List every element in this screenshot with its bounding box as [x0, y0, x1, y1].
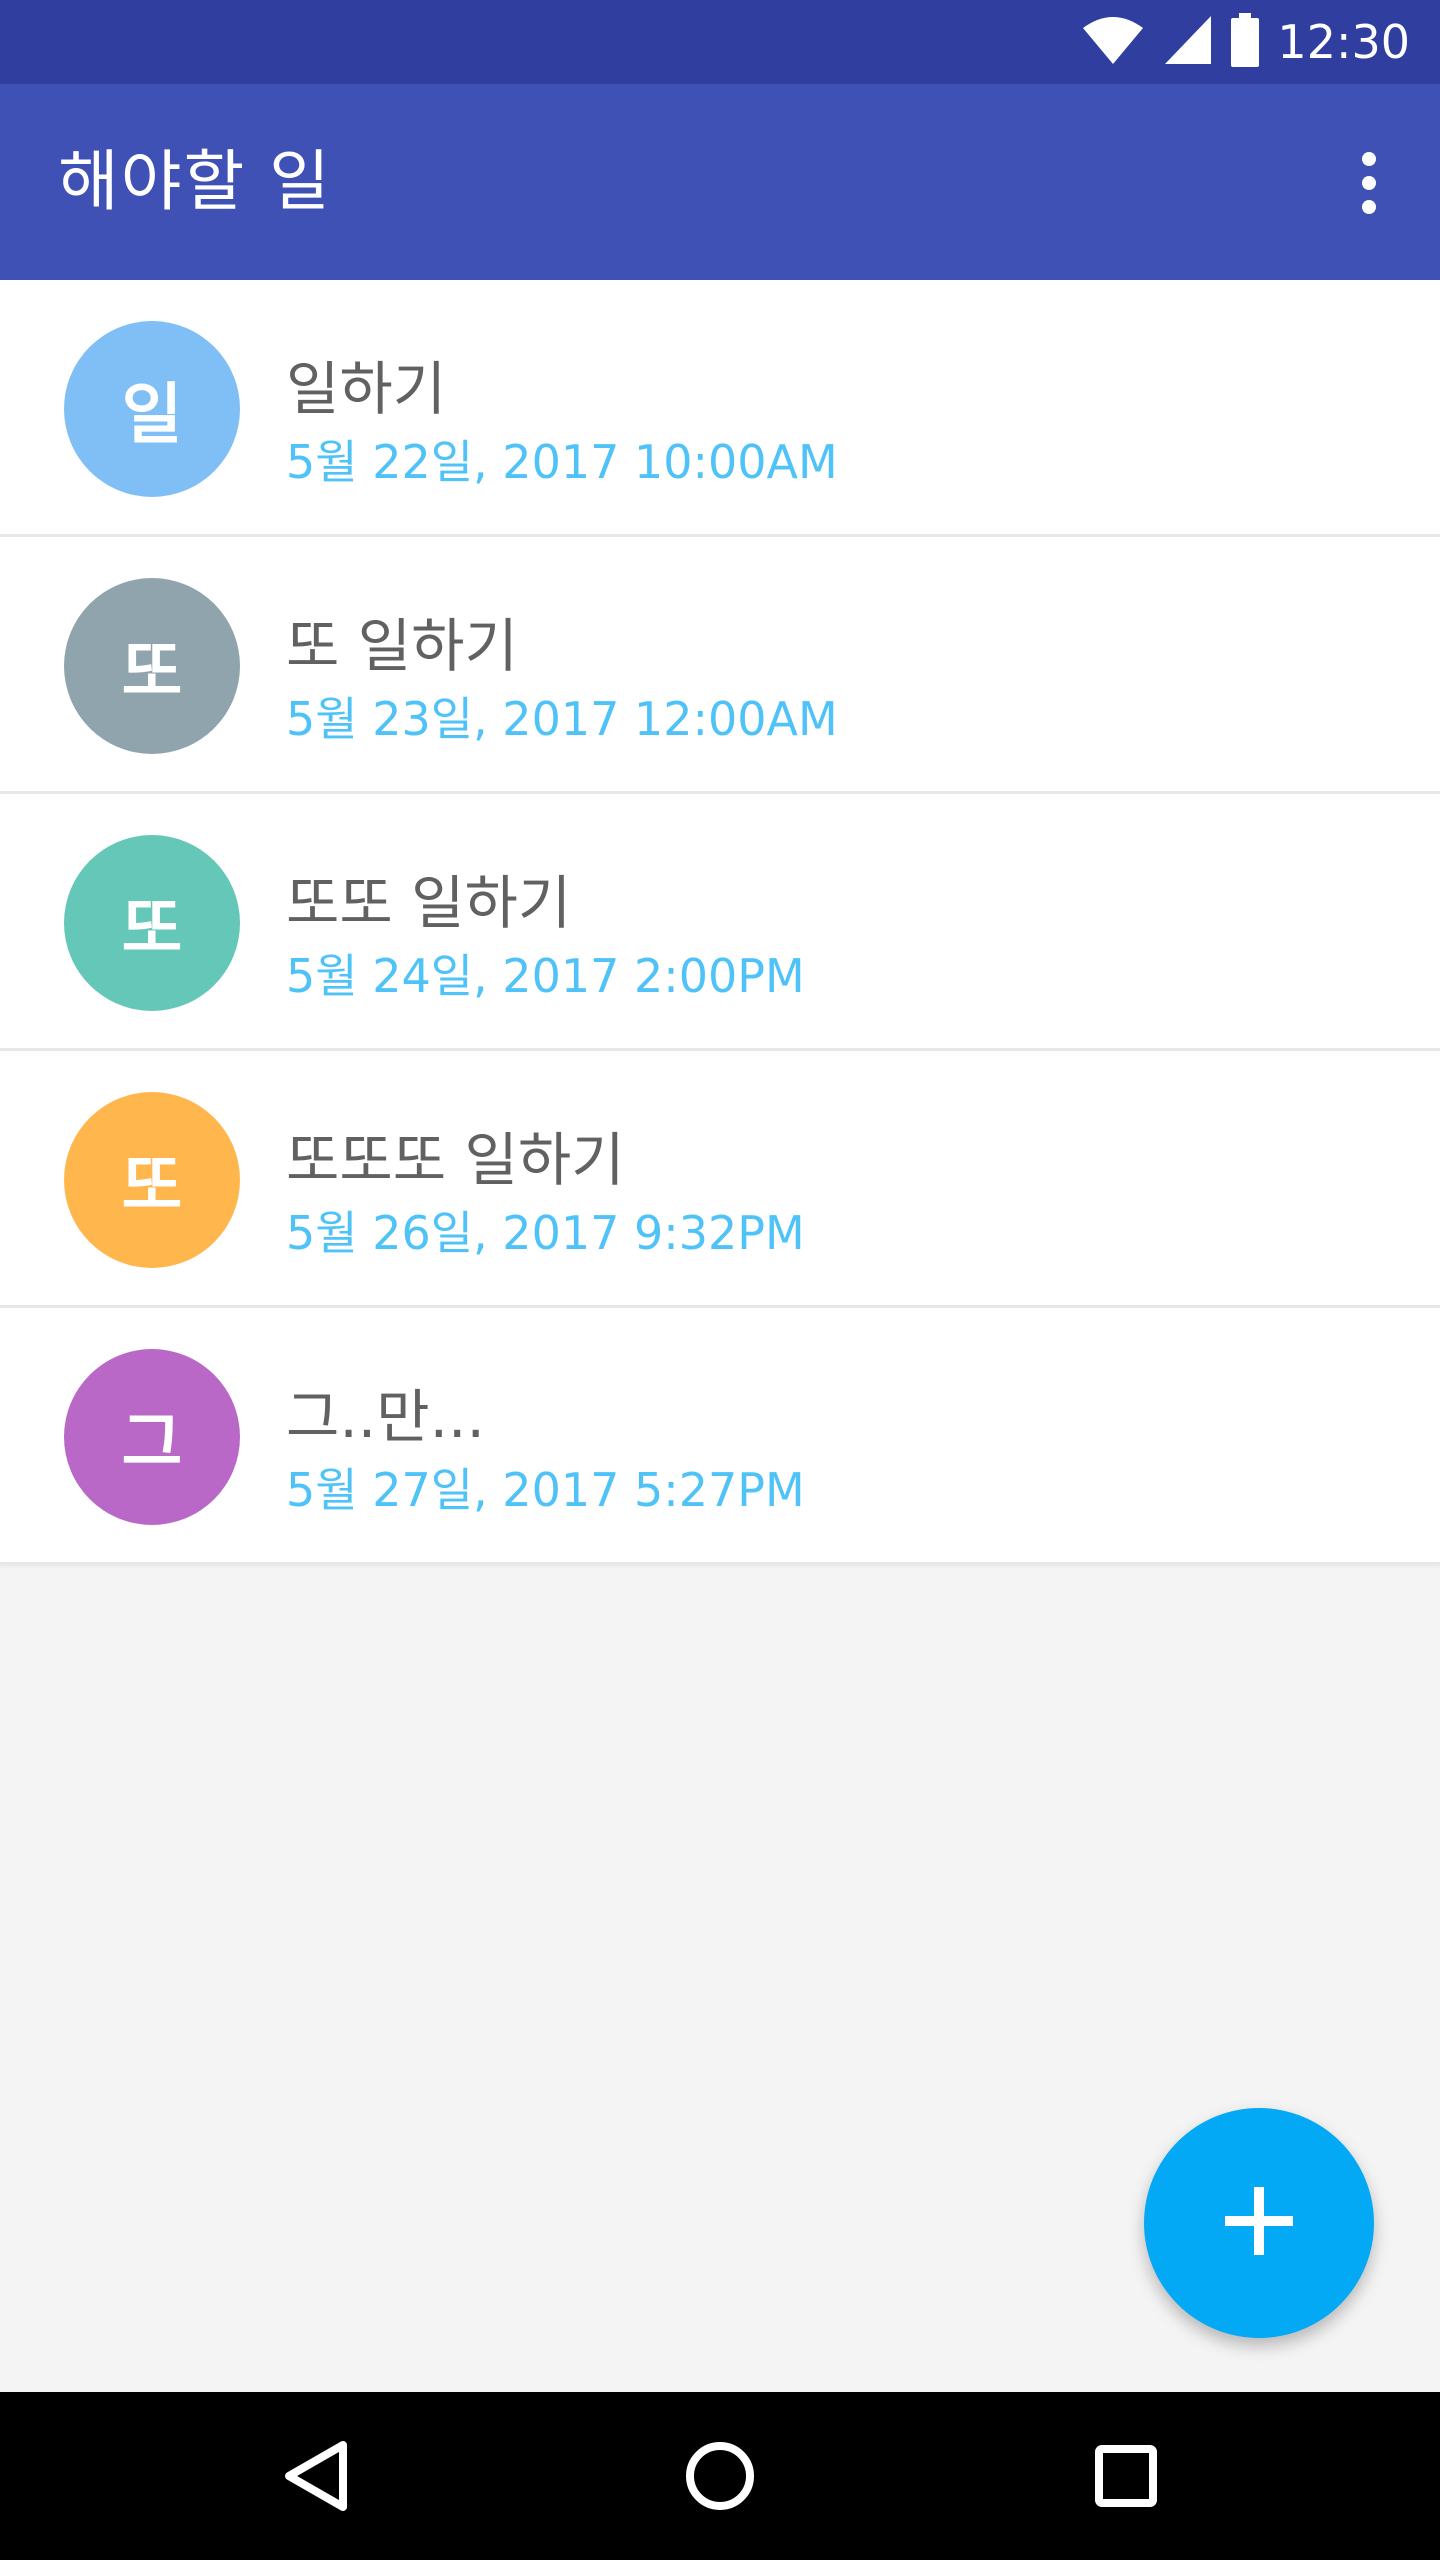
todo-date: 5월 26일, 2017 9:32PM [286, 1206, 805, 1260]
todo-date: 5월 23일, 2017 12:00AM [286, 692, 838, 746]
battery-icon [1231, 13, 1260, 71]
menu-dot [1362, 200, 1376, 214]
add-button[interactable] [1144, 2108, 1374, 2338]
list-item[interactable]: 그 그..만... 5월 27일, 2017 5:27PM [0, 1308, 1440, 1565]
list-item[interactable]: 또 또 일하기 5월 23일, 2017 12:00AM [0, 537, 1440, 794]
navigation-bar [0, 2392, 1440, 2560]
avatar: 그 [64, 1349, 240, 1525]
list-item[interactable]: 또 또또또 일하기 5월 26일, 2017 9:32PM [0, 1051, 1440, 1308]
signal-icon [1163, 14, 1213, 70]
status-icons: 12:30 [1081, 0, 1410, 84]
app-bar: 해야할 일 [0, 84, 1440, 280]
list-item[interactable]: 또 또또 일하기 5월 24일, 2017 2:00PM [0, 794, 1440, 1051]
page-title: 해야할 일 [58, 143, 332, 220]
todo-date: 5월 24일, 2017 2:00PM [286, 949, 805, 1003]
avatar: 일 [64, 321, 240, 497]
menu-dot [1362, 152, 1376, 166]
status-bar: 12:30 [0, 0, 1440, 84]
back-icon[interactable] [256, 2416, 376, 2536]
add-icon [1223, 2185, 1295, 2261]
todo-title: 그..만... [286, 1383, 485, 1451]
todo-title: 또또 일하기 [286, 869, 572, 937]
wifi-icon [1081, 14, 1145, 70]
status-time: 12:30 [1277, 15, 1410, 69]
avatar: 또 [64, 1092, 240, 1268]
todo-list: 일 일하기 5월 22일, 2017 10:00AM 또 또 일하기 5월 23… [0, 280, 1440, 1565]
home-icon[interactable] [660, 2416, 780, 2536]
todo-title: 또또또 일하기 [286, 1126, 625, 1194]
todo-date: 5월 27일, 2017 5:27PM [286, 1463, 805, 1517]
todo-date: 5월 22일, 2017 10:00AM [286, 435, 838, 489]
avatar: 또 [64, 578, 240, 754]
todo-title: 또 일하기 [286, 612, 518, 680]
more-vert-icon[interactable] [1324, 138, 1414, 228]
list-item[interactable]: 일 일하기 5월 22일, 2017 10:00AM [0, 280, 1440, 537]
menu-dot [1362, 176, 1376, 190]
avatar: 또 [64, 835, 240, 1011]
todo-title: 일하기 [286, 355, 447, 423]
recents-icon[interactable] [1066, 2416, 1186, 2536]
